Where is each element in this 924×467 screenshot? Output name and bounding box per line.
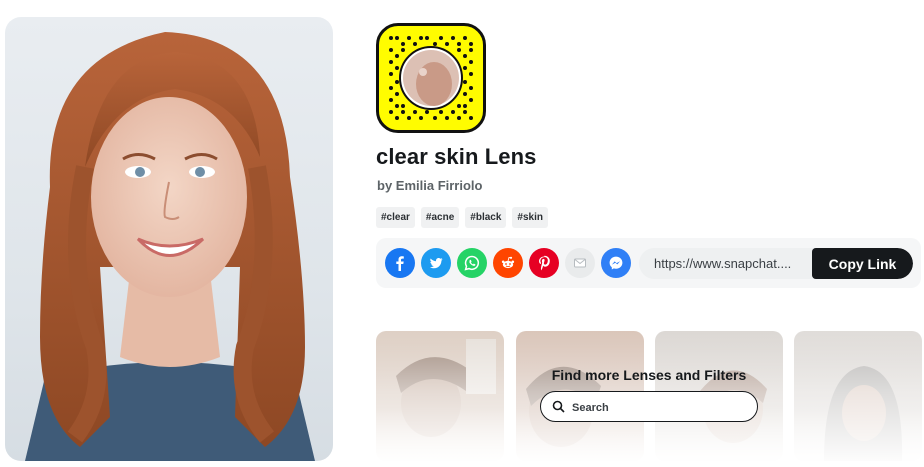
search-box[interactable] — [540, 391, 758, 422]
lens-author[interactable]: by Emilia Firriolo — [377, 178, 482, 193]
share-link-text[interactable]: https://www.snapchat.... — [654, 256, 804, 271]
tag-skin[interactable]: #skin — [512, 207, 548, 228]
whatsapp-share-button[interactable] — [457, 248, 487, 278]
copy-link-button[interactable]: Copy Link — [812, 248, 913, 279]
search-icon — [552, 400, 565, 413]
reddit-share-button[interactable] — [493, 248, 523, 278]
whatsapp-icon — [464, 255, 480, 271]
messenger-icon — [609, 256, 623, 270]
find-more-section: Find more Lenses and Filters — [376, 331, 924, 467]
email-icon — [574, 258, 586, 268]
twitter-icon — [430, 258, 443, 269]
pinterest-share-button[interactable] — [529, 248, 559, 278]
messenger-share-button[interactable] — [601, 248, 631, 278]
email-share-button[interactable] — [565, 248, 595, 278]
find-more-heading: Find more Lenses and Filters — [551, 367, 747, 383]
tag-clear[interactable]: #clear — [376, 207, 415, 228]
facebook-icon — [396, 256, 404, 271]
share-link-box[interactable]: https://www.snapchat.... Copy Link — [639, 248, 913, 279]
twitter-share-button[interactable] — [421, 248, 451, 278]
snapcode[interactable] — [376, 23, 486, 133]
share-bar: https://www.snapchat.... Copy Link — [376, 238, 921, 288]
snapcode-pattern — [389, 36, 473, 120]
portrait-illustration — [25, 32, 315, 461]
search-input[interactable] — [570, 397, 744, 419]
reddit-icon — [501, 256, 515, 269]
lens-preview-image — [5, 17, 333, 461]
share-icons — [385, 248, 631, 278]
tag-acne[interactable]: #acne — [420, 207, 460, 228]
tag-black[interactable]: #black — [465, 207, 507, 228]
pinterest-icon — [539, 255, 550, 271]
tag-list: #clear #acne #black #skin — [376, 207, 548, 228]
lens-title: clear skin Lens — [376, 144, 537, 169]
facebook-share-button[interactable] — [385, 248, 415, 278]
